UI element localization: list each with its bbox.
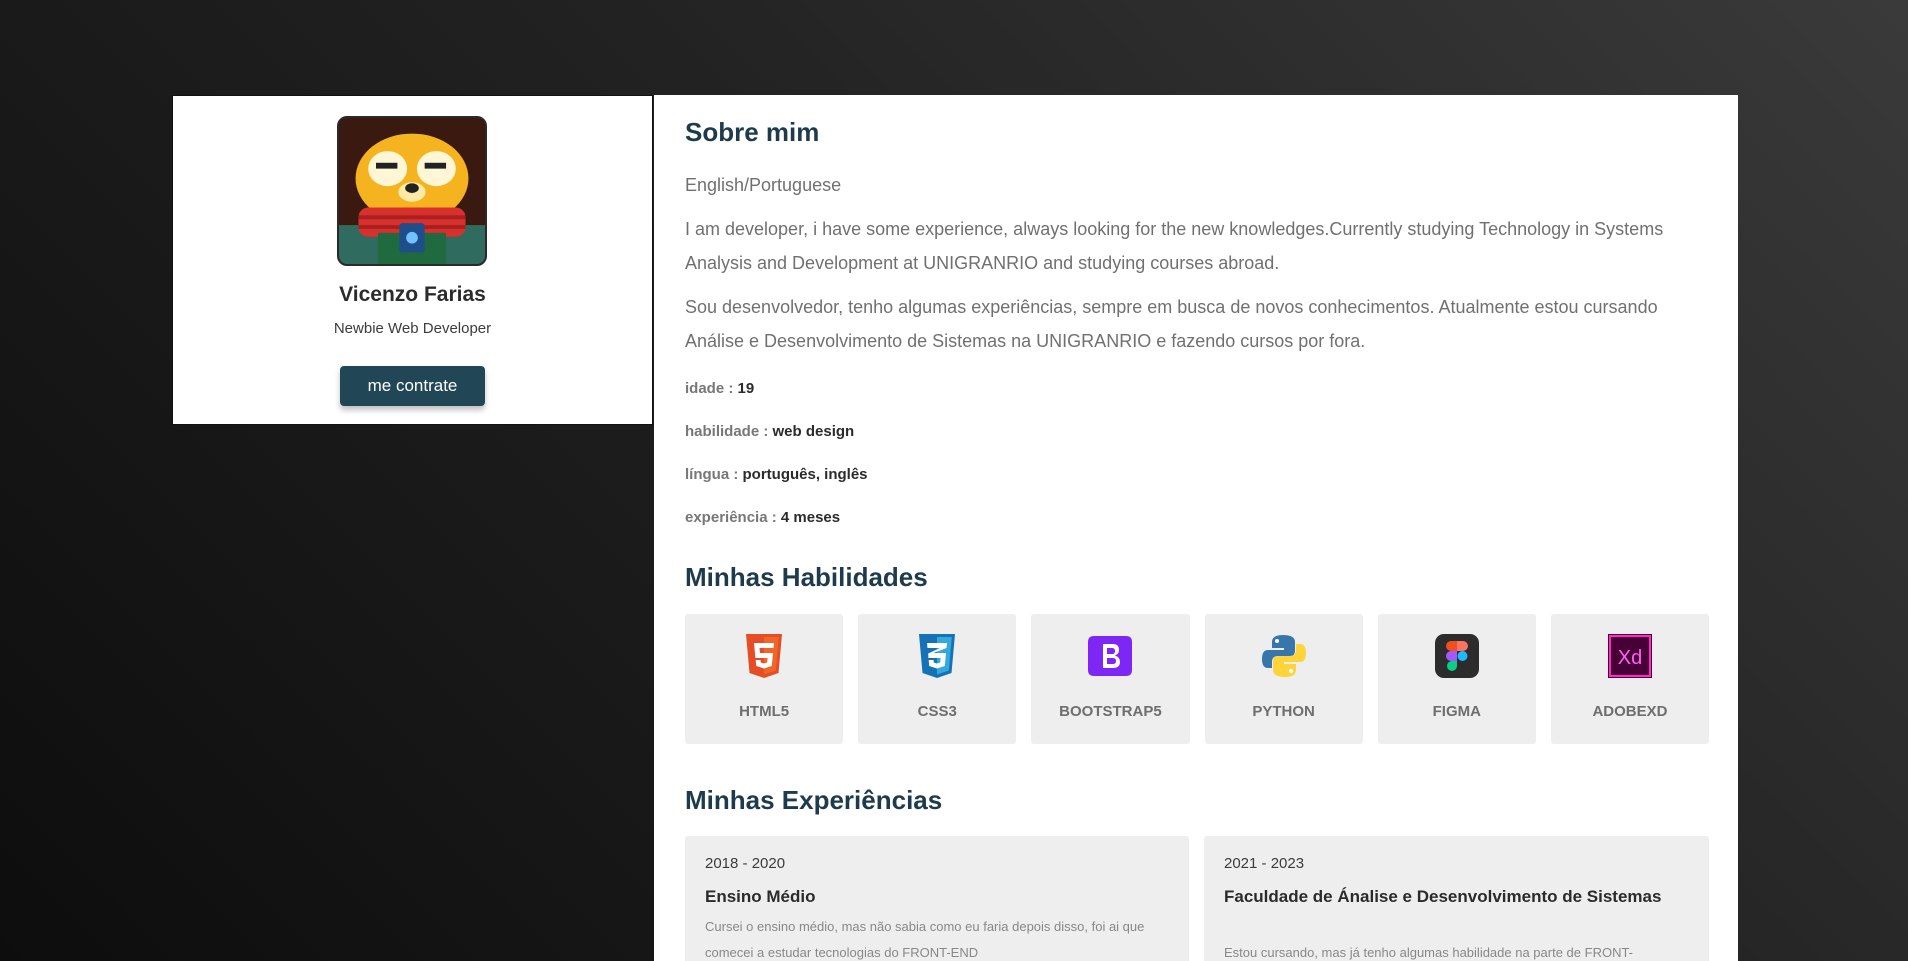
info-key: habilidade : xyxy=(685,423,769,440)
skill-label: FIGMA xyxy=(1432,703,1481,720)
skill-card-figma: FIGMA xyxy=(1377,614,1536,744)
info-row-experience: experiência : 4 meses xyxy=(685,509,840,526)
skill-label: CSS3 xyxy=(917,703,957,720)
profile-card: Vicenzo Farias Newbie Web Developer me c… xyxy=(172,95,653,425)
experience-title: Ensino Médio xyxy=(705,887,816,906)
about-paragraph-en: I am developer, i have some experience, … xyxy=(685,219,1664,273)
avatar xyxy=(337,116,487,266)
experience-title: Faculdade de Ánalise e Desenvolvimento d… xyxy=(1224,887,1662,906)
info-row-age: idade : 19 xyxy=(685,380,754,397)
about-title: Sobre mim xyxy=(685,117,820,147)
skill-label: ADOBEXD xyxy=(1592,703,1668,720)
svg-text:Xd: Xd xyxy=(1618,647,1642,669)
html5-icon xyxy=(740,632,788,680)
experience-card: 2021 - 2023 Faculdade de Ánalise e Desen… xyxy=(1204,836,1709,961)
skill-card-bootstrap: BOOTSTRAP5 xyxy=(1031,614,1190,744)
experience-card: 2018 - 2020 Ensino Médio Cursei o ensino… xyxy=(685,836,1189,961)
main-panel: Sobre mim English/Portuguese I am develo… xyxy=(654,95,1738,961)
avatar-image xyxy=(339,118,485,264)
hire-me-button[interactable]: me contrate xyxy=(340,366,485,406)
info-row-language: língua : português, inglês xyxy=(685,466,868,483)
skills-title: Minhas Habilidades xyxy=(685,562,928,592)
profile-role: Newbie Web Developer xyxy=(333,320,492,337)
experience-period: 2018 - 2020 xyxy=(705,855,786,872)
info-value: 19 xyxy=(737,380,755,397)
info-value: português, inglês xyxy=(742,466,868,483)
info-value: web design xyxy=(772,423,855,440)
info-key: língua : xyxy=(685,466,739,483)
python-icon xyxy=(1260,632,1308,680)
skill-label: HTML5 xyxy=(739,703,790,720)
languages-line: English/Portuguese xyxy=(685,175,842,195)
experience-description: Cursei o ensino médio, mas não sabia com… xyxy=(705,919,1145,960)
adobexd-icon: Xd xyxy=(1606,632,1654,680)
skill-card-python: PYTHON xyxy=(1204,614,1363,744)
bootstrap-icon xyxy=(1086,632,1134,680)
skill-card-html5: HTML5 xyxy=(685,614,844,744)
skill-card-css3: CSS3 xyxy=(858,614,1017,744)
about-paragraph-pt: Sou desenvolvedor, tenho algumas experiê… xyxy=(685,297,1658,351)
skill-label: PYTHON xyxy=(1252,703,1315,720)
info-key: idade : xyxy=(685,380,734,397)
experience-period: 2021 - 2023 xyxy=(1224,855,1305,872)
experiences-title: Minhas Experiências xyxy=(685,785,943,815)
info-value: 4 meses xyxy=(780,509,841,526)
profile-name: Vicenzo Farias xyxy=(339,283,486,306)
figma-icon xyxy=(1433,632,1481,680)
info-key: experiência : xyxy=(685,509,777,526)
css3-icon xyxy=(913,632,961,680)
experience-description: Estou cursando, mas já tenho algumas hab… xyxy=(1224,945,1634,960)
skills-grid: HTML5 CSS3 BOOTSTRAP5 PYTHON FIGMA Xd AD… xyxy=(685,614,1710,744)
skill-card-adobexd: Xd ADOBEXD xyxy=(1550,614,1710,744)
info-row-skill: habilidade : web design xyxy=(685,423,854,440)
skill-label: BOOTSTRAP5 xyxy=(1059,703,1162,720)
